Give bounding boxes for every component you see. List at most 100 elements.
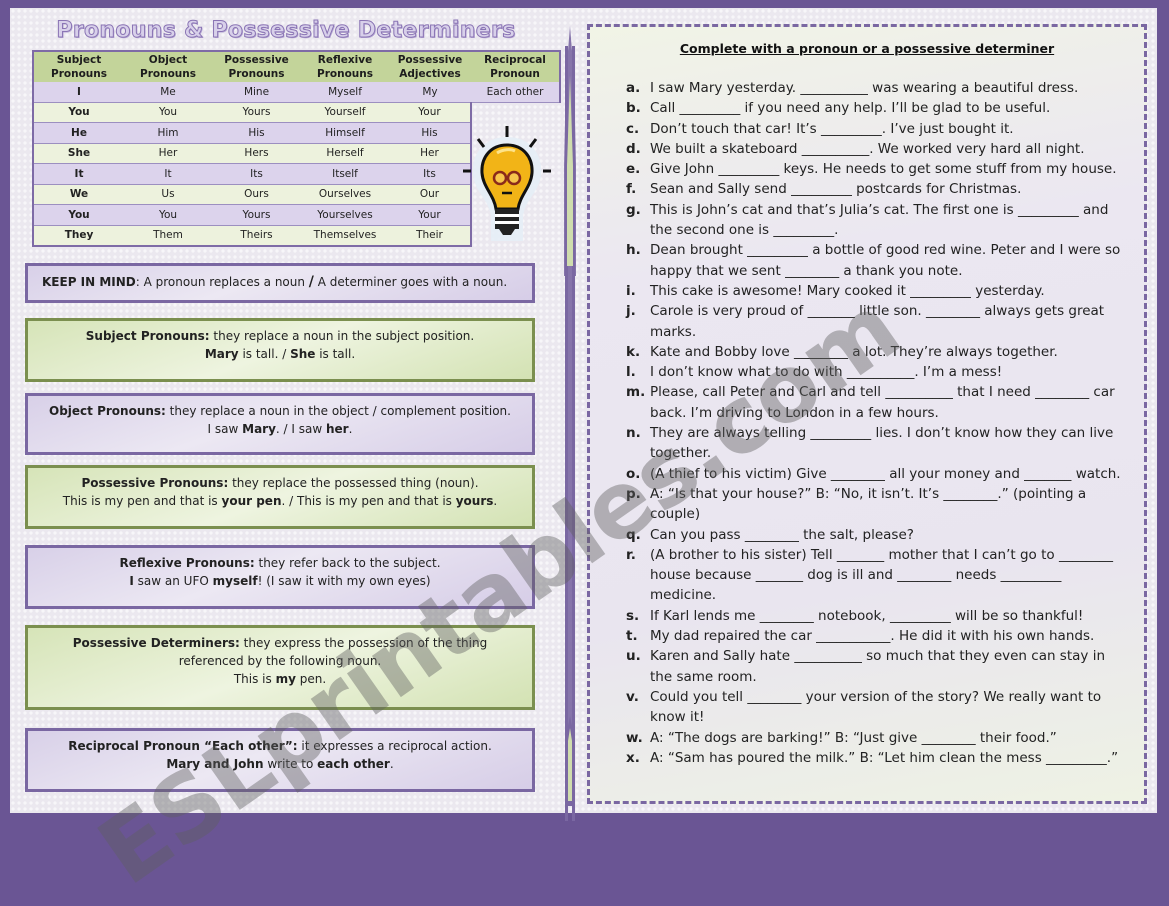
item-letter: p.: [626, 485, 641, 502]
table-cell: You: [124, 204, 212, 226]
exercise-item: x. A: “Sam has poured the milk.” B: “Let …: [626, 748, 1144, 768]
exercise-item: a. I saw Mary yesterday. __________ was w…: [626, 78, 1144, 98]
item-text: Karen and Sally hate __________ so much …: [650, 648, 1105, 685]
example-text: I saw: [207, 422, 243, 436]
table-cell: We: [32, 184, 124, 205]
box-label: Subject Pronouns:: [85, 329, 210, 343]
example-text: pen.: [295, 672, 327, 686]
item-text: (A brother to his sister) Tell _______ m…: [650, 546, 1113, 604]
example-bold: yours: [455, 494, 494, 508]
item-text: This cake is awesome! Mary cooked it ___…: [650, 282, 1045, 299]
exercise-list: a. I saw Mary yesterday. __________ was w…: [590, 78, 1144, 768]
example-text: This is: [233, 672, 276, 686]
object-pronouns-box: Object Pronouns: they replace a noun in …: [25, 393, 535, 455]
exercise-item: w. A: “The dogs are barking!” B: “Just gi…: [626, 728, 1144, 748]
item-text: (A thief to his victim) Give ________ al…: [650, 465, 1121, 482]
item-letter: c.: [626, 120, 640, 137]
item-letter: m.: [626, 384, 646, 401]
box-label: Reflexive Pronouns:: [119, 556, 255, 570]
table-header: Possessive Adjectives: [389, 50, 471, 82]
exercise-item: f. Sean and Sally send _________ postcard…: [626, 179, 1144, 199]
item-letter: k.: [626, 343, 641, 360]
table-cell: Yourselves: [301, 204, 389, 226]
keep-text: : A pronoun replaces a noun: [135, 275, 309, 289]
item-text: Don’t touch that car! It’s _________. I’…: [650, 120, 1014, 137]
table-cell: Yours: [212, 204, 301, 226]
table-cell: Yourself: [301, 102, 389, 123]
exercise-item: u. Karen and Sally hate __________ so muc…: [626, 646, 1144, 687]
item-text: Carole is very proud of _______ little s…: [650, 303, 1105, 340]
center-divider: [564, 26, 576, 821]
table-header: Reflexive Pronouns: [301, 50, 389, 82]
item-text: We built a skateboard __________. We wor…: [650, 140, 1085, 157]
item-letter: a.: [626, 80, 641, 96]
empty-cell: [471, 102, 560, 123]
example-bold: my: [275, 672, 296, 686]
table-header: Object Pronouns: [124, 50, 212, 82]
example-text: .: [389, 757, 394, 771]
table-cell: My: [389, 82, 471, 103]
example-bold: She: [290, 347, 316, 361]
exercise-title: Complete with a pronoun or a possessive …: [679, 41, 1055, 56]
example-bold: Mary and John: [166, 757, 264, 771]
item-text: Can you pass ________ the salt, please?: [650, 526, 914, 543]
table-cell: Himself: [301, 122, 389, 144]
example-text: saw an UFO: [133, 574, 213, 588]
worksheet-title: Pronouns & Possessive Determiners: [56, 18, 516, 44]
item-text: Call _________ if you need any help. I’l…: [650, 100, 1051, 117]
item-letter: g.: [626, 201, 641, 218]
item-text: Please, call Peter and Carl and tell ___…: [650, 384, 1115, 421]
example-text: . / I saw: [275, 422, 326, 436]
item-text: I saw Mary yesterday. __________ was wea…: [650, 80, 1079, 96]
table-cell: Ours: [212, 184, 301, 205]
item-text: This is John’s cat and that’s Julia’s ca…: [650, 201, 1109, 239]
table-header-row: Subject Pronouns Object Pronouns Possess…: [32, 50, 561, 82]
item-text: Could you tell ________ your version of …: [650, 688, 1102, 726]
box-text: they replace a noun in the object / comp…: [165, 404, 511, 418]
keep-label: KEEP IN MIND: [42, 275, 136, 289]
exercise-item: c. Don’t touch that car! It’s _________. …: [626, 119, 1144, 139]
item-letter: n.: [626, 425, 641, 442]
item-letter: x.: [626, 749, 640, 766]
table-cell: Them: [124, 225, 212, 247]
item-letter: j.: [626, 303, 636, 320]
lightbulb-icon: [463, 126, 551, 241]
box-text: they refer back to the subject.: [254, 556, 441, 570]
box-text: they replace a noun in the subject posit…: [209, 329, 475, 343]
item-text: If Karl lends me ________ notebook, ____…: [650, 607, 1084, 624]
table-row: I Me Mine Myself My Each other: [32, 82, 561, 103]
exercise-item: n. They are always telling _________ lies…: [626, 423, 1144, 464]
worksheet-page: Pronouns & Possessive Determiners Subjec…: [10, 8, 1157, 906]
example-bold: Mary: [242, 422, 276, 436]
table-cell: Each other: [471, 82, 561, 103]
item-letter: s.: [626, 607, 640, 624]
exercise-item: t. My dad repaired the car ___________. H…: [626, 626, 1144, 646]
table-cell: She: [32, 143, 124, 164]
table-row: You You Yours Yourself Your: [32, 102, 560, 123]
table-cell: Him: [124, 122, 212, 144]
keep-text: A determiner goes with a noun.: [313, 275, 508, 289]
subject-pronouns-box: Subject Pronouns: they replace a noun in…: [25, 318, 535, 382]
item-text: My dad repaired the car ___________. He …: [650, 628, 1095, 645]
table-cell: Me: [124, 82, 212, 103]
table-cell: You: [32, 204, 124, 226]
example-bold: myself: [212, 574, 258, 588]
table-header: Subject Pronouns: [32, 50, 124, 82]
example-text: This is my pen and that is: [62, 494, 222, 508]
item-letter: i.: [626, 282, 636, 299]
table-cell: You: [124, 102, 212, 123]
item-text: A: “Is that your house?” B: “No, it isn’…: [650, 485, 1087, 523]
exercise-item: i. This cake is awesome! Mary cooked it _…: [626, 281, 1144, 301]
exercise-item: l. I don’t know what to do with _________…: [626, 362, 1144, 382]
table-cell: You: [32, 102, 124, 123]
table-cell: Theirs: [212, 225, 301, 247]
item-text: They are always telling _________ lies. …: [650, 425, 1114, 462]
item-letter: l.: [626, 364, 636, 381]
table-cell: Herself: [301, 143, 389, 164]
exercise-item: v. Could you tell ________ your version o…: [626, 687, 1144, 728]
example-bold: your pen: [221, 494, 282, 508]
example-text: is tall.: [315, 347, 356, 361]
item-letter: t.: [626, 628, 638, 645]
exercise-item: s. If Karl lends me ________ notebook, __…: [626, 606, 1144, 626]
example-text: .: [348, 422, 353, 436]
